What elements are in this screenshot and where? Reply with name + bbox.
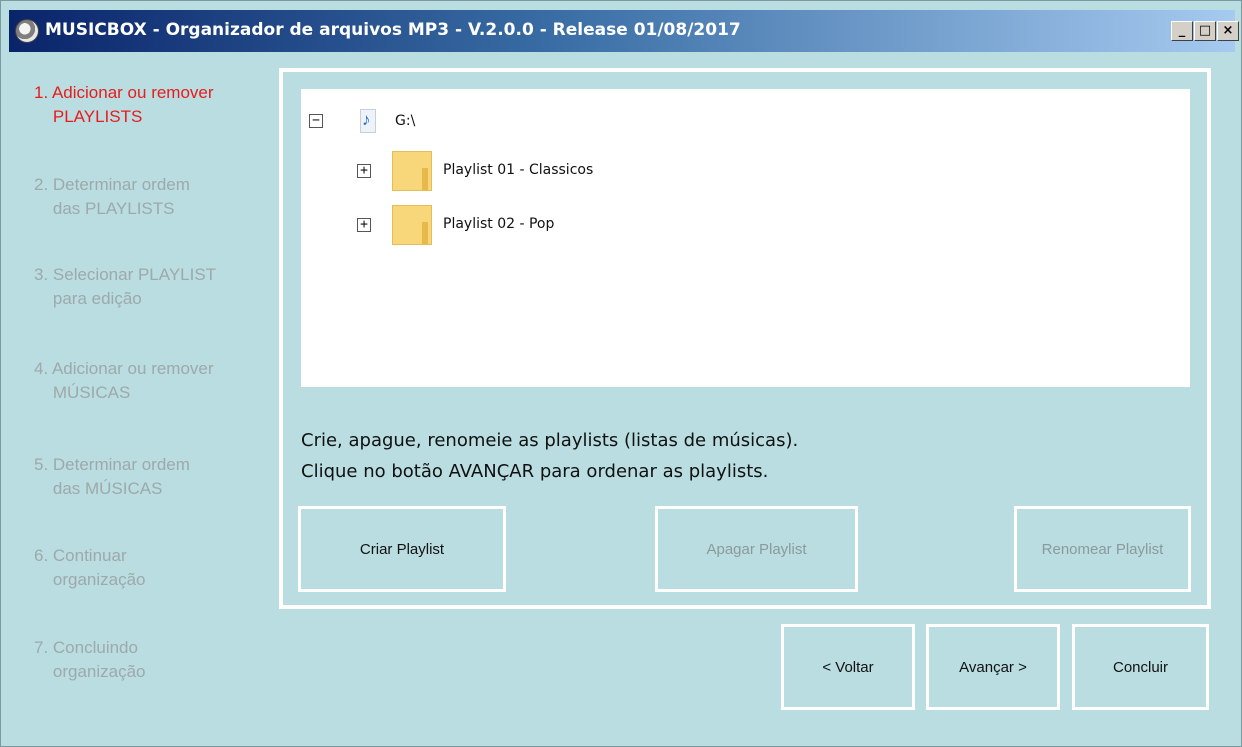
maximize-button[interactable]: □: [1194, 21, 1216, 41]
collapse-toggle-icon[interactable]: −: [309, 114, 323, 128]
close-button[interactable]: ×: [1217, 21, 1239, 41]
minimize-button[interactable]: _: [1171, 21, 1193, 41]
step-5-order-songs: 5. Determinar ordem das MÚSICAS: [34, 455, 190, 498]
delete-playlist-button[interactable]: Apagar Playlist: [655, 506, 858, 592]
step-2-order-playlists: 2. Determinar ordem das PLAYLISTS: [34, 175, 190, 218]
expand-toggle-icon[interactable]: +: [357, 218, 371, 232]
tree-root-label[interactable]: G:\: [395, 113, 415, 129]
tree-root-row[interactable]: − ♪ G:\: [309, 101, 609, 141]
playlist-label[interactable]: Playlist 01 - Classicos: [443, 162, 593, 178]
step-6-continue-organization: 6. Continuar organização: [34, 546, 146, 589]
app-icon[interactable]: [15, 19, 39, 43]
instructions-text: Crie, apague, renomeie as playlists (lis…: [301, 425, 798, 487]
back-button[interactable]: < Voltar: [781, 624, 915, 710]
create-playlist-button[interactable]: Criar Playlist: [298, 506, 506, 592]
title-bar[interactable]: MUSICBOX - Organizador de arquivos MP3 -…: [9, 10, 1239, 52]
rename-playlist-button[interactable]: Renomear Playlist: [1014, 506, 1191, 592]
next-button[interactable]: Avançar >: [926, 624, 1060, 710]
step-7-finishing-organization: 7. Concluindo organização: [34, 638, 146, 681]
instruction-line-2: Clique no botão AVANÇAR para ordenar as …: [301, 461, 769, 482]
step-1-add-remove-playlists: 1. Adicionar ou remover PLAYLISTS: [34, 83, 214, 126]
expand-toggle-icon[interactable]: +: [357, 164, 371, 178]
folder-icon: [392, 151, 432, 191]
step-3-select-playlist: 3. Selecionar PLAYLIST para edição: [34, 265, 217, 308]
step-4-add-remove-songs: 4. Adicionar ou remover MÚSICAS: [34, 359, 214, 402]
tree-item-playlist-01[interactable]: + Playlist 01 - Classicos: [357, 151, 757, 191]
instruction-line-1: Crie, apague, renomeie as playlists (lis…: [301, 430, 799, 451]
music-file-icon: ♪: [360, 109, 376, 133]
folder-icon: [392, 205, 432, 245]
tree-item-playlist-02[interactable]: + Playlist 02 - Pop: [357, 205, 757, 245]
playlist-tree-view[interactable]: − ♪ G:\ + Playlist 01 - Classicos + Play…: [301, 89, 1190, 387]
playlist-label[interactable]: Playlist 02 - Pop: [443, 216, 554, 232]
app-window: MUSICBOX - Organizador de arquivos MP3 -…: [0, 0, 1242, 747]
window-title: MUSICBOX - Organizador de arquivos MP3 -…: [45, 20, 741, 40]
finish-button[interactable]: Concluir: [1072, 624, 1209, 710]
